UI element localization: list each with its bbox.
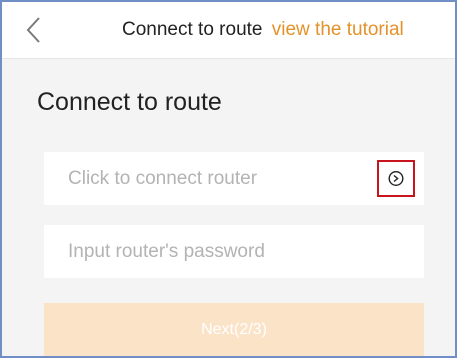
top-bar: Connect to route view the tutorial [2,2,455,59]
password-field-placeholder: Input router's password [68,241,265,262]
header-title: Connect to route [122,19,263,40]
app-frame: Connect to route view the tutorial Conne… [0,0,457,358]
next-button[interactable]: Next(2/3) [44,303,424,356]
back-button[interactable] [22,16,48,44]
header-title-group: Connect to route view the tutorial [122,19,404,41]
page-title: Connect to route [37,88,222,116]
router-password-field[interactable]: Input router's password [44,225,424,278]
connect-router-button[interactable] [377,160,415,197]
chevron-left-icon [26,17,40,43]
view-tutorial-link[interactable]: view the tutorial [272,19,404,40]
router-select-field[interactable]: Click to connect router [44,152,424,205]
circle-arrow-right-icon [388,170,404,187]
router-field-placeholder: Click to connect router [68,168,258,189]
